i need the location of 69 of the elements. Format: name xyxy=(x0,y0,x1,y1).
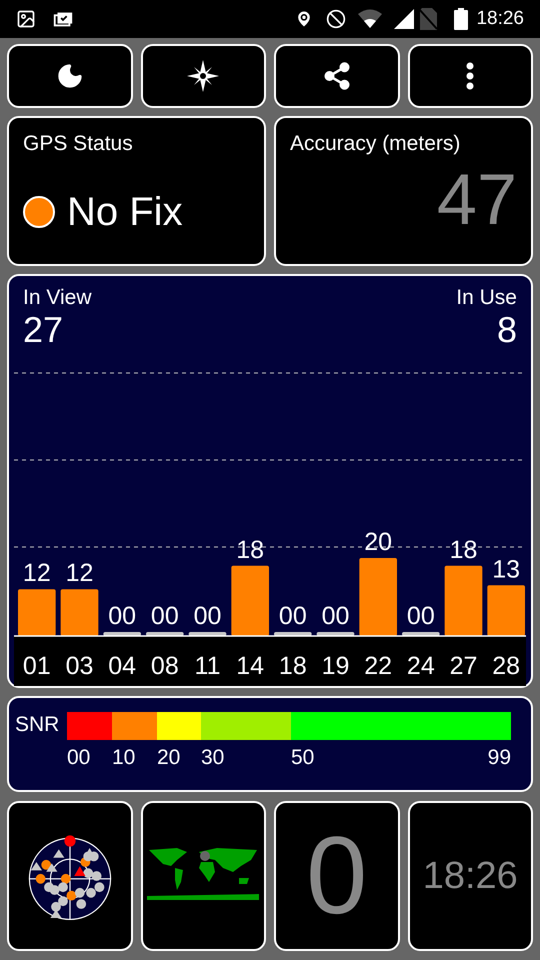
more-options-button[interactable] xyxy=(408,44,533,108)
blocked-icon xyxy=(326,9,346,29)
satellite-id-label: 22 xyxy=(364,652,392,680)
accuracy-value: 47 xyxy=(436,160,517,240)
clock-time: 18:26 xyxy=(422,854,518,898)
satellite-id-label: 04 xyxy=(108,652,136,680)
satellite-id-label: 18 xyxy=(278,652,307,680)
status-time: 18:26 xyxy=(476,6,524,31)
snr-tick-label: 00 xyxy=(67,745,90,771)
sky-plot-tile[interactable] xyxy=(7,801,132,951)
snr-bar xyxy=(103,632,141,636)
in-use-label: In Use xyxy=(456,286,517,310)
night-mode-button[interactable] xyxy=(7,44,132,108)
wifi-icon xyxy=(358,9,382,29)
snr-bar xyxy=(18,589,56,636)
snr-tick-label: 20 xyxy=(157,745,180,771)
satellite-id-label: 14 xyxy=(236,652,264,680)
bar-value-label: 00 xyxy=(322,602,350,630)
share-button[interactable] xyxy=(274,44,400,108)
snr-tick-label: 99 xyxy=(488,745,511,771)
moon-icon xyxy=(56,62,84,90)
signal-icon xyxy=(394,9,414,29)
bar-value-label: 00 xyxy=(108,602,136,630)
bar-value-label: 12 xyxy=(22,559,51,588)
in-use-count: 8 xyxy=(496,310,517,350)
snr-label: SNR xyxy=(15,712,60,738)
snr-tick-label: 30 xyxy=(201,745,224,771)
accuracy-title: Accuracy (meters) xyxy=(290,131,462,157)
image-icon xyxy=(16,9,36,29)
more-vertical-icon xyxy=(466,62,474,90)
snr-bar xyxy=(231,566,269,636)
share-icon xyxy=(322,61,352,91)
snr-bar xyxy=(188,632,226,636)
satellite-id-label: 24 xyxy=(406,652,435,680)
in-view-count: 27 xyxy=(23,310,64,350)
bar-value-label: 00 xyxy=(150,602,179,630)
gps-status-title: GPS Status xyxy=(23,131,134,157)
snr-bar xyxy=(60,589,98,636)
snr-bar xyxy=(274,632,312,636)
snr-tick-label: 10 xyxy=(112,745,136,771)
satellite-id-label: 11 xyxy=(194,652,220,680)
no-sim-icon xyxy=(418,8,438,30)
snr-bar xyxy=(402,632,440,636)
battery-icon xyxy=(454,8,468,30)
in-view-label: In View xyxy=(23,286,92,310)
bar-value-label: 00 xyxy=(278,602,307,630)
satellite-id-label: 03 xyxy=(66,652,94,680)
snr-bar xyxy=(444,566,482,636)
satellite-id-label: 19 xyxy=(322,652,350,680)
gps-status-value: No Fix xyxy=(67,188,183,236)
snr-bar xyxy=(146,632,184,636)
world-map-tile[interactable] xyxy=(140,801,266,951)
compass-star-icon xyxy=(187,60,220,92)
satellite-id-label: 01 xyxy=(22,652,51,680)
bar-value-label: 00 xyxy=(194,602,222,630)
satellite-id-label: 27 xyxy=(450,652,478,680)
bar-value-label: 00 xyxy=(406,602,435,630)
bar-value-label: 18 xyxy=(236,536,264,564)
snr-tick-label: 50 xyxy=(291,745,314,771)
satellite-id-label: 28 xyxy=(492,652,520,680)
fix-count: 0 xyxy=(306,816,368,936)
bar-value-label: 12 xyxy=(66,559,94,588)
compass-button[interactable] xyxy=(140,44,266,108)
satellite-id-label: 08 xyxy=(150,652,179,680)
bar-value-label: 13 xyxy=(492,555,520,584)
bar-value-label: 20 xyxy=(364,528,392,556)
snr-bar xyxy=(316,632,354,636)
bar-value-label: 18 xyxy=(450,536,478,564)
snr-bar xyxy=(487,585,525,636)
